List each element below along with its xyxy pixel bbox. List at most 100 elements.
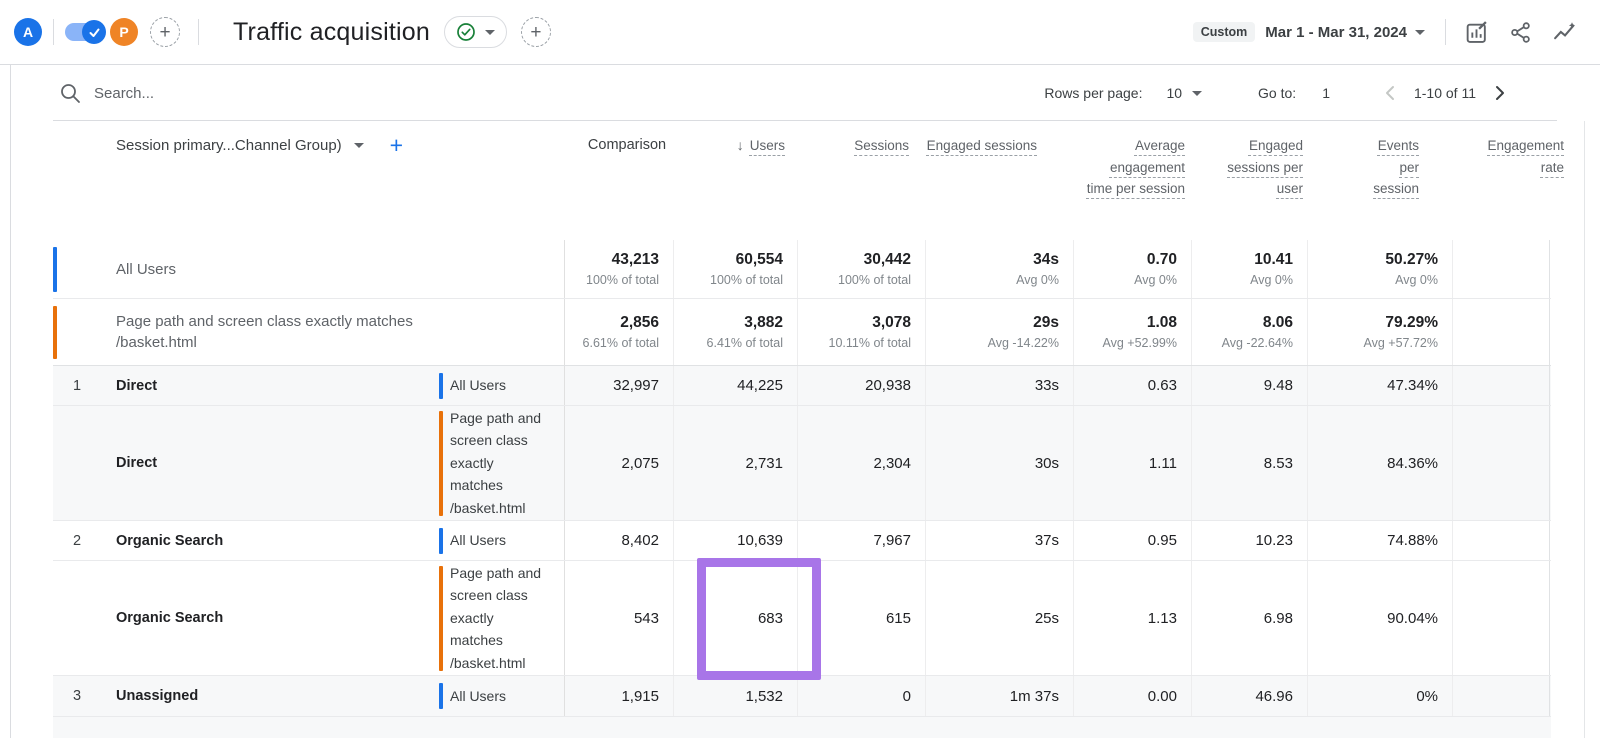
metric-cell: 20,938 (797, 366, 925, 405)
metric-value: 33s (1035, 376, 1059, 395)
column-header-users[interactable]: ↓Users (690, 121, 799, 240)
date-range-label[interactable]: Mar 1 - Mar 31, 2024 (1265, 24, 1407, 41)
toggle-thumb-check-icon (82, 20, 106, 44)
comparison-cell: Page path and screen class exactly match… (438, 561, 564, 675)
table-row[interactable]: 2Organic SearchAll Users8,40210,6397,967… (53, 521, 1551, 561)
metric-cell: 0.95 (1073, 521, 1191, 560)
summary-row-label: Page path and screen class exactly match… (53, 299, 564, 365)
column-header-engaged-sessions[interactable]: Engaged sessions (923, 121, 1051, 240)
comparison-cell: All Users (438, 366, 564, 405)
metric-value: 34s (1033, 250, 1059, 269)
metric-cell: 32,997 (564, 366, 673, 405)
avatar-p[interactable]: P (110, 18, 138, 46)
metric-cell: 30s (925, 406, 1073, 520)
metric-cell: 2,075 (564, 406, 673, 520)
metric-value: 37s (1035, 531, 1059, 550)
column-header-engaged-sessions-per-user[interactable]: Engaged sessions per user (1199, 121, 1317, 240)
metric-value: 9.48 (1264, 376, 1293, 395)
metric-value: 8.53 (1264, 454, 1293, 473)
summary-row: All Users43,213100% of total60,554100% o… (53, 240, 1551, 299)
table-row[interactable]: DirectPage path and screen class exactly… (53, 406, 1551, 521)
report-table-card: Rows per page: 10 Go to: 1 1-10 of 11 (10, 65, 1600, 738)
insights-icon[interactable] (1550, 18, 1578, 46)
metric-cell: 0 (797, 676, 925, 716)
share-icon[interactable] (1506, 18, 1534, 46)
comparison-color-bar (439, 373, 443, 399)
row-index (53, 406, 101, 520)
metric-cell: 1,915 (564, 676, 673, 716)
column-header-label: Sessions (854, 135, 909, 157)
metric-value: 10.23 (1255, 531, 1293, 550)
metric-value: 30,442 (864, 250, 911, 269)
metric-cell: 37s (925, 521, 1073, 560)
metric-value: 3,078 (872, 313, 911, 332)
avatar-a[interactable]: A (14, 18, 42, 46)
go-to-input[interactable]: 1 (1322, 85, 1330, 101)
metric-value: 2,075 (621, 454, 659, 473)
metric-cell: 8.53 (1191, 406, 1307, 520)
comparison-toggle[interactable] (65, 23, 103, 41)
metric-value: 1.13 (1148, 609, 1177, 628)
metric-value: 47.34% (1387, 376, 1438, 395)
row-index (53, 561, 101, 675)
table-header-row: Session primary...Channel Group) + Compa… (53, 121, 1551, 240)
metric-value: 0.95 (1148, 531, 1177, 550)
metric-value: 10.41 (1254, 250, 1293, 269)
metric-value: 0.00 (1148, 687, 1177, 706)
metric-subvalue: Avg 0% (1016, 272, 1059, 289)
summary-row: Page path and screen class exactly match… (53, 299, 1551, 366)
next-page-icon[interactable] (1490, 83, 1510, 103)
metric-value: 1,915 (621, 687, 659, 706)
metric-value: 2,731 (745, 454, 783, 473)
metric-value: 29s (1033, 313, 1059, 332)
date-range-caret-icon[interactable] (1415, 30, 1425, 35)
column-header-average-engagement-time-per-session[interactable]: Average engagement time per session (1051, 121, 1199, 240)
comparison-color-bar (53, 247, 57, 292)
comparison-color-bar (439, 528, 443, 554)
chevron-down-icon (485, 30, 495, 35)
metric-value: 615 (886, 609, 911, 628)
metric-cell: 1,532 (673, 676, 797, 716)
previous-page-icon[interactable] (1380, 83, 1400, 103)
dimension-selector[interactable]: Session primary...Channel Group) + (116, 135, 403, 155)
comparison-label: All Users (116, 259, 176, 280)
add-dimension-button[interactable]: + (390, 135, 403, 155)
metric-value: 1.08 (1147, 313, 1177, 332)
add-report-button[interactable]: + (521, 17, 551, 47)
empty-cell (1452, 676, 1550, 716)
table-row[interactable]: 1DirectAll Users32,99744,22520,93833s0.6… (53, 366, 1551, 406)
metric-headers: ↓Users Sessions Engaged sessionsAverage en… (690, 121, 1578, 240)
rows-per-page-label: Rows per page: (1044, 85, 1142, 101)
add-comparison-button[interactable]: + (150, 17, 180, 47)
metric-cell: 543 (564, 561, 673, 675)
metric-subvalue: 10.11% of total (829, 335, 911, 352)
column-header-events-per-session[interactable]: Events per session (1317, 121, 1433, 240)
metric-cell: 6.98 (1191, 561, 1307, 675)
column-header-engagement-rate[interactable]: Engagement rate (1433, 121, 1578, 240)
empty-cell (1452, 406, 1550, 520)
column-header-sessions[interactable]: Sessions (799, 121, 923, 240)
comparison-label: Page path and screen class exactly match… (450, 562, 546, 675)
comparison-column-header: Comparison (564, 121, 690, 240)
metric-cell: 10.41Avg 0% (1191, 240, 1307, 298)
metric-value: 90.04% (1387, 609, 1438, 628)
metric-subvalue: 6.41% of total (707, 335, 783, 352)
metric-cell: 2,304 (797, 406, 925, 520)
channel-name: Direct (101, 366, 438, 405)
column-header-label: Engagement rate (1468, 135, 1564, 178)
metric-subvalue: 100% of total (586, 272, 659, 289)
column-header-label: Engaged sessions per user (1223, 135, 1303, 200)
date-range-custom-badge: Custom (1193, 22, 1256, 42)
comparison-cell: Page path and screen class exactly match… (438, 406, 564, 520)
search-input[interactable] (94, 85, 514, 102)
metric-value: 8,402 (621, 531, 659, 550)
metric-value: 3,882 (744, 313, 783, 332)
table-row[interactable]: 3UnassignedAll Users1,9151,53201m 37s0.0… (53, 676, 1551, 717)
report-status-dropdown[interactable] (444, 16, 507, 48)
metric-cell: 47.34% (1307, 366, 1452, 405)
rows-per-page-select[interactable]: 10 (1166, 85, 1202, 101)
customize-report-icon[interactable] (1462, 18, 1490, 46)
comparison-cell: All Users (438, 521, 564, 560)
metric-cell: 29sAvg -14.22% (925, 299, 1073, 365)
divider (1445, 19, 1446, 45)
